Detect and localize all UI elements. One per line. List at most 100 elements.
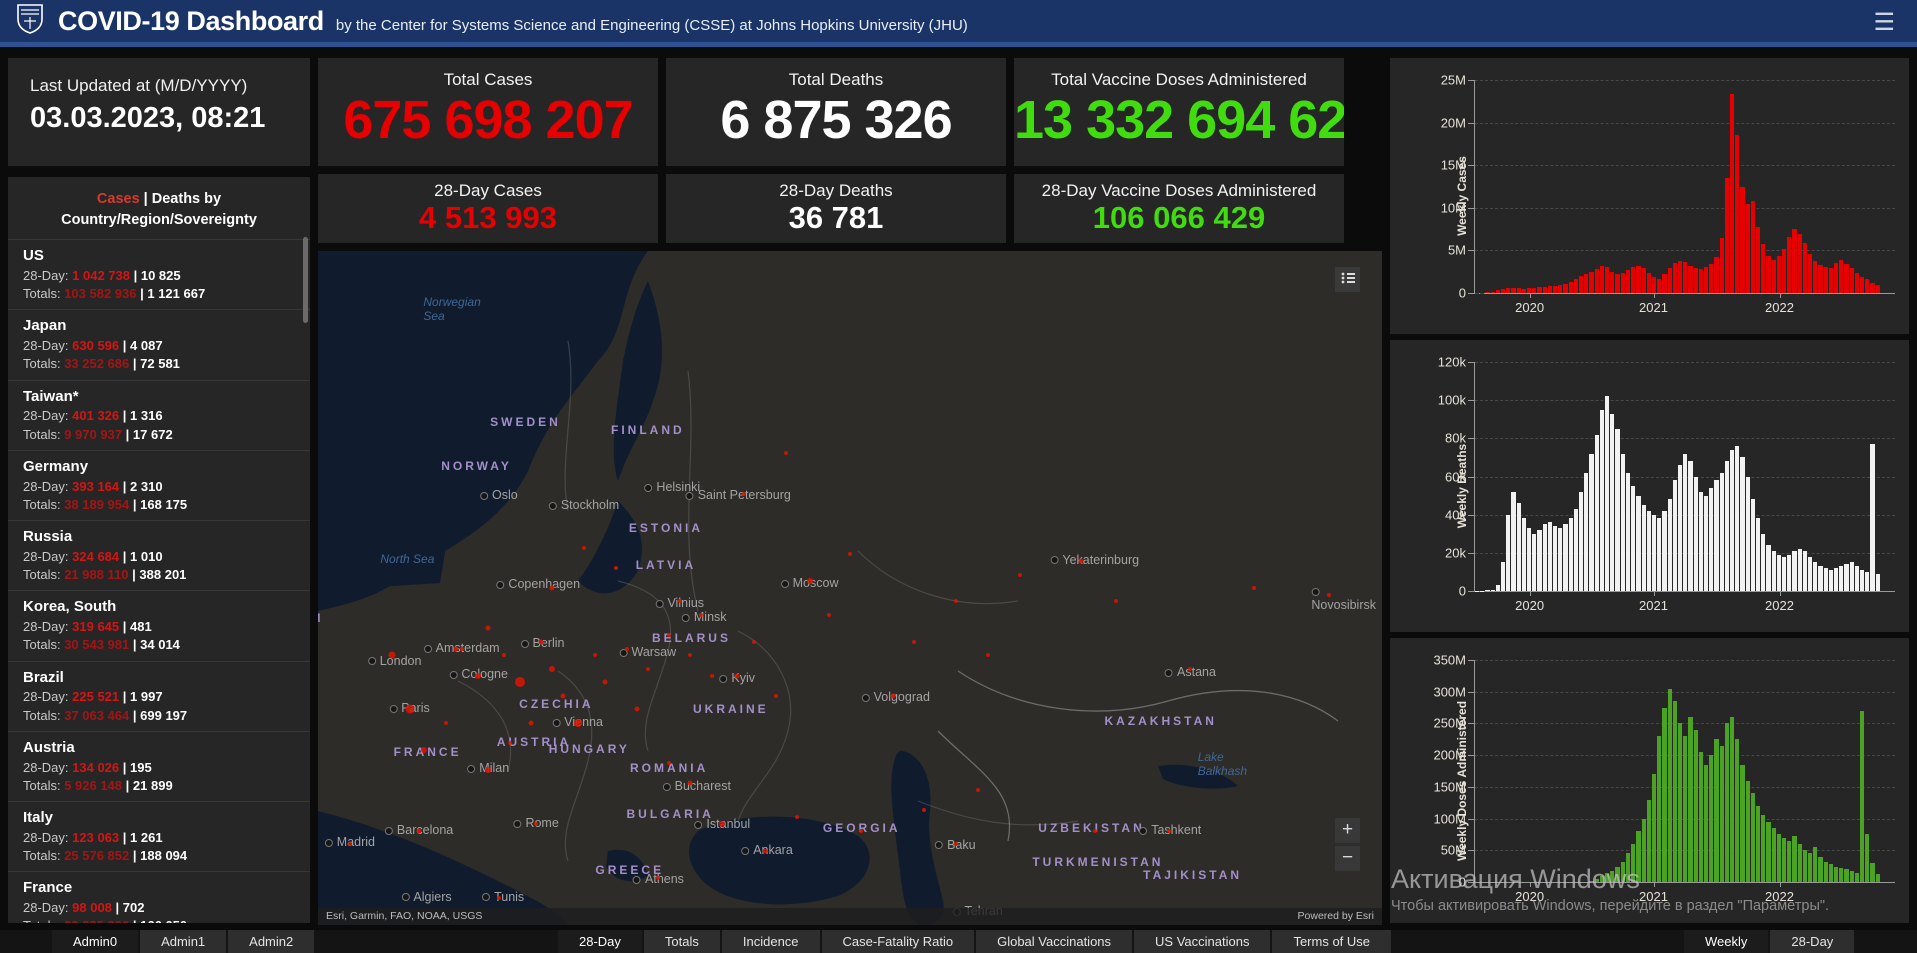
tab-28-day[interactable]: 28-Day (558, 930, 642, 953)
map-zoom-out-button[interactable]: − (1335, 846, 1360, 871)
chart-y-tick-mark (1468, 122, 1474, 124)
case-cluster-dot[interactable] (1092, 828, 1097, 833)
country-list-scrollbar[interactable] (303, 237, 308, 323)
case-cluster-dot[interactable] (826, 612, 831, 617)
case-cluster-dot[interactable] (573, 718, 582, 727)
country-row[interactable]: Taiwan* 28-Day: 401 326 | 1 316 Totals: 9 … (8, 379, 310, 450)
case-cluster-dot[interactable] (1018, 572, 1023, 577)
case-cluster-dot[interactable] (719, 820, 726, 827)
chart-bar (1818, 856, 1823, 882)
case-cluster-dot[interactable] (602, 679, 608, 685)
tab-case-fatality-ratio[interactable]: Case-Fatality Ratio (821, 930, 975, 953)
country-row[interactable]: Germany 28-Day: 393 164 | 2 310 Totals: 38… (8, 449, 310, 520)
case-cluster-dot[interactable] (890, 693, 896, 699)
tab-us-vaccinations[interactable]: US Vaccinations (1134, 930, 1271, 953)
case-cluster-dot[interactable] (416, 828, 422, 834)
case-cluster-dot[interactable] (388, 651, 396, 659)
case-cluster-dot[interactable] (534, 821, 539, 826)
case-cluster-dot[interactable] (752, 639, 757, 644)
case-cluster-dot[interactable] (624, 646, 629, 651)
case-cluster-dot[interactable] (560, 693, 566, 699)
chart-bar (1662, 274, 1667, 293)
case-cluster-dot[interactable] (1326, 592, 1331, 597)
case-cluster-dot[interactable] (688, 653, 693, 658)
case-cluster-dot[interactable] (762, 848, 768, 854)
country-row[interactable]: Japan 28-Day: 630 596 | 4 087 Totals: 33 2… (8, 309, 310, 379)
case-cluster-dot[interactable] (858, 828, 863, 833)
country-row[interactable]: US 28-Day: 1 042 738 | 10 825 Totals: 103 … (8, 239, 310, 309)
case-cluster-dot[interactable] (1114, 599, 1118, 604)
case-cluster-dot[interactable] (911, 639, 916, 644)
world-map[interactable]: Norwegian Sea SWEDEN FINLAND NORWAY North Se… (318, 251, 1382, 925)
case-cluster-dot[interactable] (741, 491, 746, 496)
map-legend-icon[interactable] (1335, 267, 1360, 292)
case-cluster-dot[interactable] (634, 706, 640, 712)
country-row[interactable]: Italy 28-Day: 123 063 | 1 261 Totals: 25 5… (8, 801, 310, 871)
case-cluster-dot[interactable] (507, 741, 512, 746)
case-cluster-dot[interactable] (667, 761, 672, 766)
case-cluster-dot[interactable] (667, 633, 672, 638)
tab-global-vaccinations[interactable]: Global Vaccinations (976, 930, 1133, 953)
case-cluster-dot[interactable] (975, 788, 980, 793)
tab-time-28-day[interactable]: 28-Day (1770, 930, 1855, 953)
case-cluster-dot[interactable] (443, 720, 448, 725)
case-cluster-dot[interactable] (709, 673, 714, 678)
case-cluster-dot[interactable] (699, 612, 704, 617)
country-row[interactable]: Korea, South 28-Day: 319 645 | 481 Totals:… (8, 590, 310, 660)
tab-totals[interactable]: Totals (643, 930, 720, 953)
case-cluster-dot[interactable] (528, 720, 534, 726)
case-cluster-dot[interactable] (347, 842, 352, 847)
tab-time-weekly[interactable]: Weekly (1684, 930, 1769, 953)
case-cluster-dot[interactable] (954, 599, 959, 604)
case-cluster-dot[interactable] (794, 815, 799, 820)
case-cluster-dot[interactable] (485, 625, 491, 631)
case-cluster-dot[interactable] (613, 565, 618, 570)
case-cluster-dot[interactable] (986, 653, 991, 658)
country-row[interactable]: Russia 28-Day: 324 684 | 1 010 Totals: 21 … (8, 520, 310, 590)
case-cluster-dot[interactable] (922, 808, 927, 813)
case-cluster-dot[interactable] (656, 875, 661, 880)
case-cluster-dot[interactable] (421, 746, 428, 753)
tab-terms-of-use[interactable]: Terms of Use (1272, 930, 1392, 953)
case-cluster-dot[interactable] (645, 666, 650, 671)
case-cluster-dot[interactable] (502, 653, 507, 658)
case-cluster-dot[interactable] (734, 673, 740, 679)
weekly-cases-chart: Weekly Cases 25M 20M 15M 10M 5M 0 2020 2021 2022 (1390, 58, 1909, 334)
case-cluster-dot[interactable] (848, 552, 852, 557)
case-cluster-dot[interactable] (549, 665, 556, 672)
case-cluster-dot[interactable] (806, 578, 813, 585)
country-row[interactable]: Austria 28-Day: 134 026 | 195 Totals: 5 92… (8, 730, 310, 801)
case-cluster-dot[interactable] (687, 780, 693, 786)
hamburger-menu-icon[interactable]: ☰ (1873, 8, 1895, 37)
tab-admin2[interactable]: Admin2 (228, 930, 315, 953)
country-row[interactable]: Brazil 28-Day: 225 521 | 1 997 Totals: 37 … (8, 660, 310, 731)
case-cluster-dot[interactable] (784, 451, 789, 456)
country-row[interactable]: France 28-Day: 98 008 | 702 Totals: 39 835… (8, 871, 310, 923)
case-cluster-dot[interactable] (496, 896, 501, 901)
case-cluster-dot[interactable] (773, 693, 778, 698)
tab-admin0[interactable]: Admin0 (52, 930, 139, 953)
case-cluster-dot[interactable] (954, 842, 959, 847)
case-cluster-dot[interactable] (485, 766, 492, 773)
tab-incidence[interactable]: Incidence (721, 930, 820, 953)
case-cluster-dot[interactable] (592, 653, 597, 658)
chart-bar (1672, 701, 1677, 882)
case-cluster-dot[interactable] (549, 585, 555, 591)
map-zoom-in-button[interactable]: + (1335, 818, 1360, 843)
case-cluster-dot[interactable] (1167, 828, 1172, 833)
case-cluster-dot[interactable] (459, 646, 464, 651)
chart-bar (1511, 287, 1516, 293)
case-cluster-dot[interactable] (677, 599, 682, 604)
chart-bar (1506, 514, 1511, 591)
case-cluster-dot[interactable] (515, 677, 526, 688)
case-cluster-dot[interactable] (582, 545, 586, 550)
case-cluster-dot[interactable] (474, 672, 481, 679)
case-cluster-dot[interactable] (1078, 558, 1084, 564)
case-cluster-dot[interactable] (538, 639, 544, 645)
case-cluster-dot[interactable] (453, 646, 459, 652)
case-cluster-dot[interactable] (1252, 586, 1257, 590)
case-cluster-dot[interactable] (405, 704, 414, 714)
country-28day-line: 28-Day: 225 521 | 1 997 (23, 689, 163, 705)
case-cluster-dot[interactable] (1188, 666, 1193, 671)
tab-admin1[interactable]: Admin1 (140, 930, 227, 953)
